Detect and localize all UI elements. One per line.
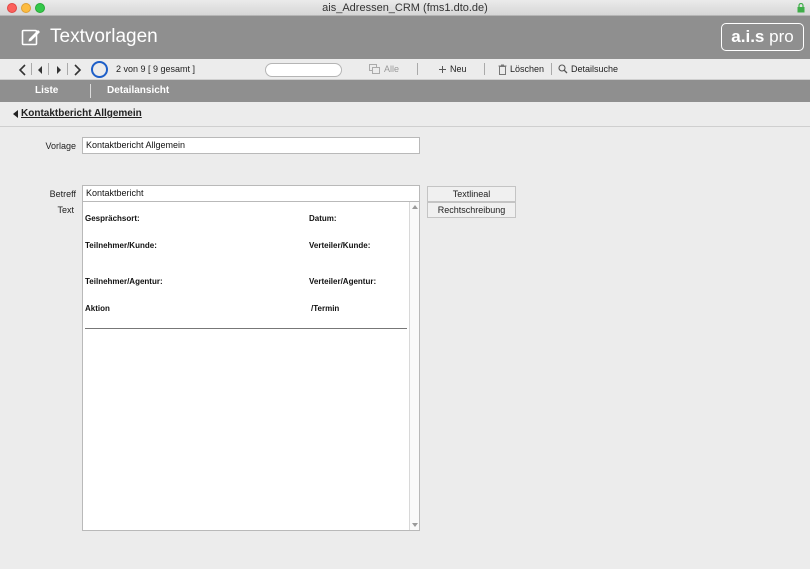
verteiler-kunde-text: Verteiler/Kunde:: [309, 241, 371, 250]
trash-icon: [498, 64, 507, 75]
termin-text: /Termin: [311, 304, 340, 313]
brand-suffix: pro: [764, 27, 794, 46]
aktion-text: Aktion: [85, 304, 110, 313]
triangle-left-icon: [13, 109, 18, 118]
quick-search-input[interactable]: [265, 63, 342, 77]
edit-note-icon: [21, 29, 40, 46]
text-divider-line: [85, 328, 407, 329]
scroll-up-icon[interactable]: [412, 204, 418, 210]
app-header: Textvorlagen a.i.s pro: [0, 16, 810, 59]
first-record-icon[interactable]: [18, 63, 27, 77]
new-label: Neu: [450, 64, 467, 74]
detail-search-label: Detailsuche: [571, 64, 619, 74]
vorlage-label: Vorlage: [45, 141, 76, 151]
brand-main: a.i.s: [731, 27, 765, 46]
back-link[interactable]: Kontaktbericht Allgemein: [13, 108, 142, 119]
back-link-label: Kontaktbericht Allgemein: [21, 108, 142, 119]
view-tabbar: Liste Detailansicht: [0, 80, 810, 102]
verteiler-agentur-text: Verteiler/Agentur:: [309, 277, 377, 286]
delete-label: Löschen: [510, 64, 545, 74]
prev-record-icon[interactable]: [36, 63, 44, 77]
record-toolbar: 2 von 9 [ 9 gesamt ] Alle Neu Löschen De…: [0, 59, 810, 80]
window-titlebar: ais_Adressen_CRM (fms1.dto.de): [0, 0, 810, 16]
record-status: 2 von 9 [ 9 gesamt ]: [116, 64, 196, 74]
window-title: ais_Adressen_CRM (fms1.dto.de): [322, 2, 488, 14]
tab-list[interactable]: Liste: [35, 85, 58, 96]
scroll-down-icon[interactable]: [412, 522, 418, 528]
record-circle-icon[interactable]: [91, 61, 108, 78]
datum-text: Datum:: [309, 214, 337, 223]
delete-record-button[interactable]: Löschen: [498, 62, 544, 76]
teilnehmer-kunde-text: Teilnehmer/Kunde:: [85, 241, 157, 250]
brand-logo: a.i.s pro: [721, 23, 804, 51]
lock-icon: [797, 3, 805, 13]
text-body-field[interactable]: Gesprächsort: Datum: Teilnehmer/Kunde: V…: [82, 201, 420, 531]
magnifier-icon: [558, 64, 568, 74]
page-title: Textvorlagen: [50, 26, 158, 47]
textlineal-button[interactable]: Textlineal: [427, 186, 516, 202]
new-record-button[interactable]: Neu: [438, 62, 467, 76]
text-label: Text: [57, 205, 74, 215]
show-all-button[interactable]: Alle: [369, 62, 399, 76]
gespraechsort-text: Gesprächsort:: [85, 214, 140, 223]
vorlage-field[interactable]: Kontaktbericht Allgemein: [82, 137, 420, 154]
show-all-label: Alle: [384, 64, 400, 74]
betreff-field[interactable]: Kontaktbericht: [82, 185, 420, 202]
rechtschreibung-button[interactable]: Rechtschreibung: [427, 202, 516, 218]
content-divider: [0, 126, 810, 127]
betreff-label: Betreff: [49, 189, 76, 199]
detail-search-button[interactable]: Detailsuche: [558, 62, 618, 76]
text-scrollbar[interactable]: [409, 202, 419, 530]
copy-icon: [369, 64, 380, 74]
teilnehmer-agentur-text: Teilnehmer/Agentur:: [85, 277, 163, 286]
tab-detail[interactable]: Detailansicht: [107, 85, 169, 96]
last-record-icon[interactable]: [73, 63, 82, 77]
next-record-icon[interactable]: [55, 63, 63, 77]
plus-icon: [439, 65, 446, 73]
